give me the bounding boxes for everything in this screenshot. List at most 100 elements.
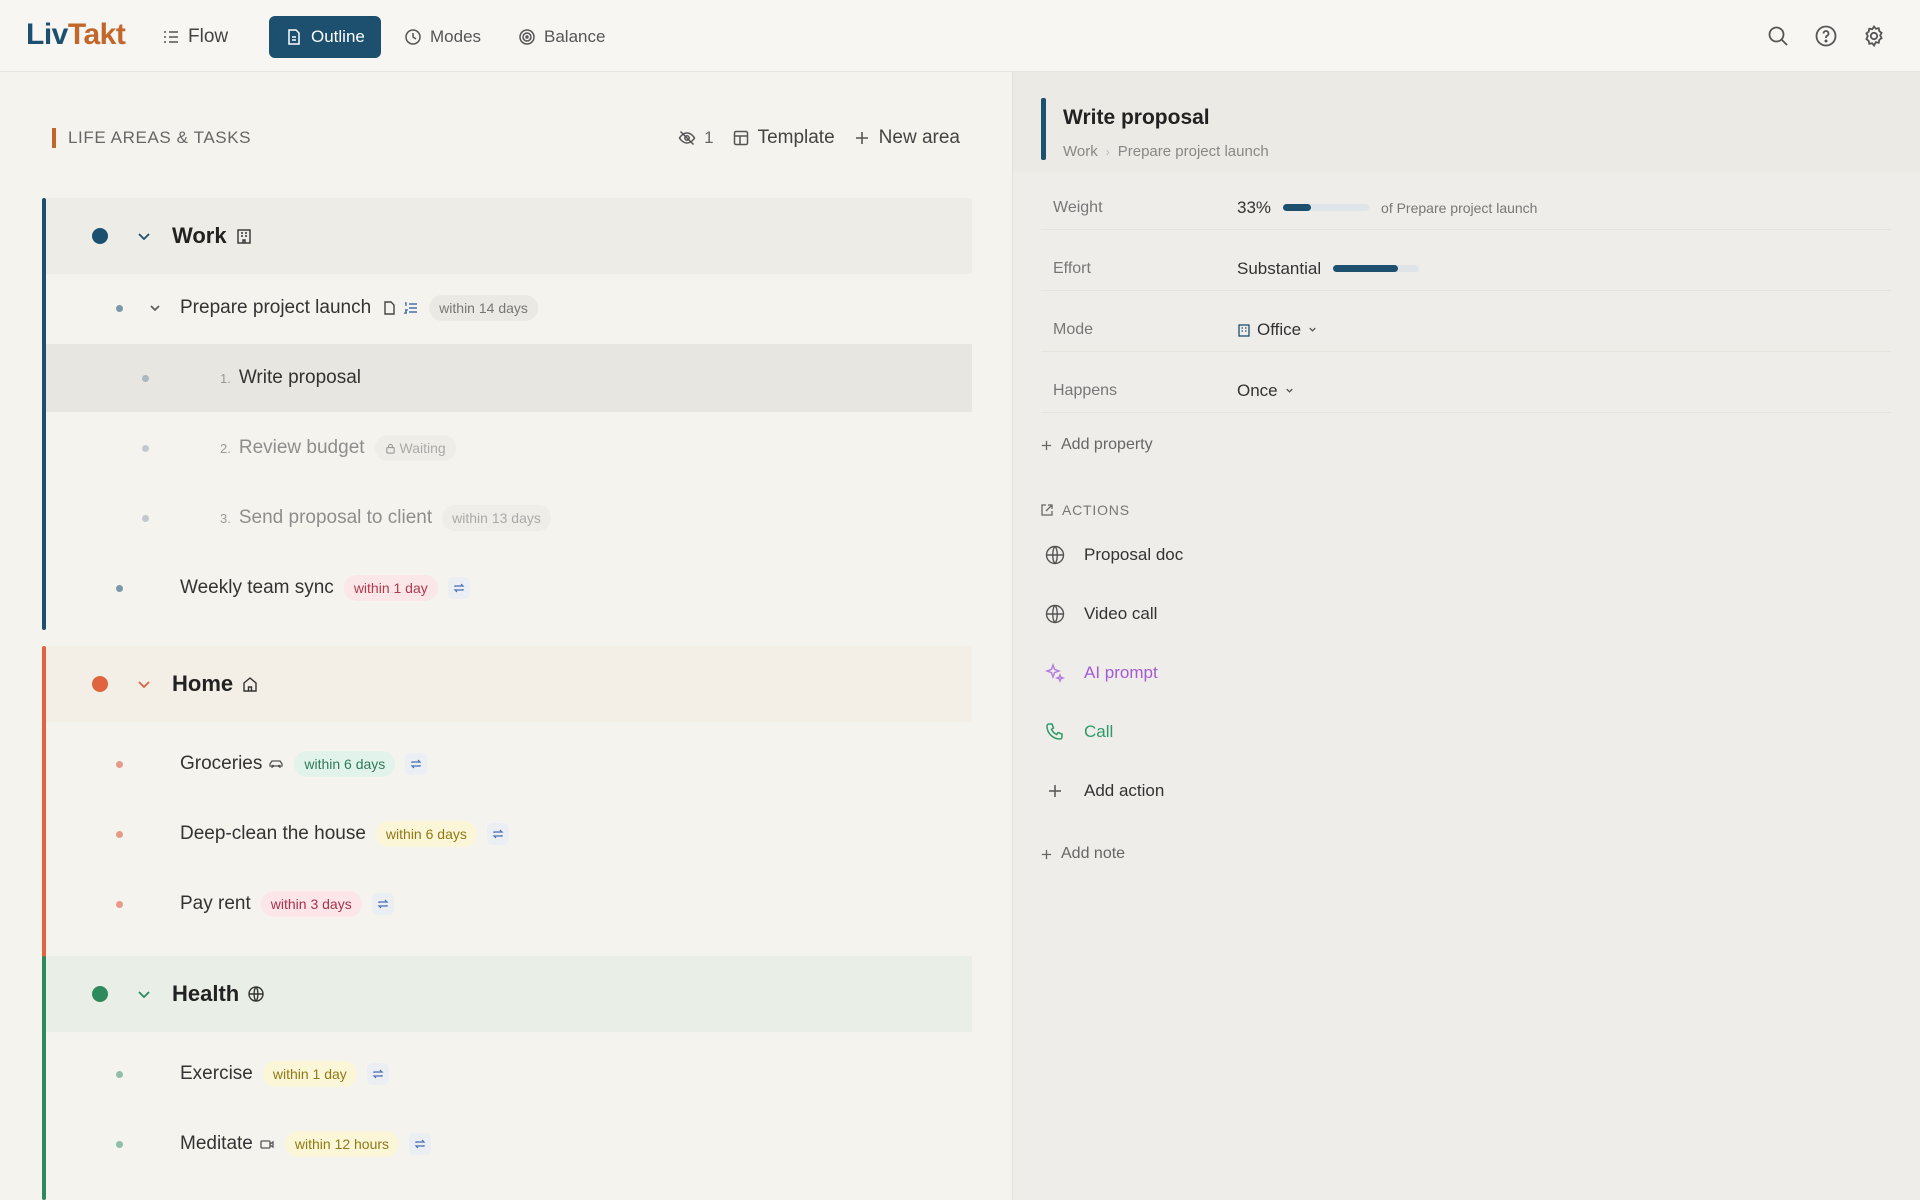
template-button[interactable]: Template xyxy=(732,127,835,149)
property-weight[interactable]: Weight 33% of Prepare project launch xyxy=(1041,186,1891,230)
nav-outline-label: Outline xyxy=(311,27,365,46)
task-dot xyxy=(116,830,123,838)
add-property-label: Add property xyxy=(1061,436,1153,453)
mode-select[interactable]: Office xyxy=(1237,320,1318,340)
task-content: Deep-clean the house within 6 days xyxy=(180,821,509,847)
numbered-list-icon xyxy=(403,302,418,314)
property-label: Weight xyxy=(1053,198,1103,216)
area-name: Health xyxy=(172,981,265,1007)
task-content: Pay rent within 3 days xyxy=(180,891,394,917)
task-row-meditate[interactable]: Meditate within 12 hours xyxy=(46,1110,972,1178)
task-label: Pay rent xyxy=(180,893,251,914)
hidden-toggle[interactable]: 1 xyxy=(678,128,714,148)
add-action-label: Add action xyxy=(1084,781,1165,800)
property-effort[interactable]: Effort Substantial xyxy=(1041,247,1891,291)
chevron-down-icon[interactable] xyxy=(136,676,152,692)
area-header-home[interactable]: Home xyxy=(46,646,972,722)
detail-header: Write proposal Work › Prepare project la… xyxy=(1013,72,1920,172)
task-label: Deep-clean the house xyxy=(180,823,366,844)
task-content: Prepare project launch within 14 days xyxy=(180,295,538,321)
due-badge: within 12 hours xyxy=(284,1131,400,1157)
task-content: Weekly team sync within 1 day xyxy=(180,575,470,601)
action-call[interactable]: Call xyxy=(1044,721,1113,743)
happens-select[interactable]: Once xyxy=(1237,381,1295,401)
lock-icon xyxy=(385,443,395,454)
repeat-icon xyxy=(366,1063,389,1085)
mode-value: Office xyxy=(1257,319,1302,339)
area-name: Work xyxy=(172,223,253,249)
task-content: Exercise within 1 day xyxy=(180,1061,389,1087)
task-dot xyxy=(142,514,149,522)
chevron-down-icon[interactable] xyxy=(148,301,162,315)
task-row-pay-rent[interactable]: Pay rent within 3 days xyxy=(46,870,972,938)
happens-value: Once xyxy=(1237,380,1278,400)
task-row-send-proposal[interactable]: 3. Send proposal to client within 13 day… xyxy=(46,484,972,552)
action-video-call[interactable]: Video call xyxy=(1044,603,1157,625)
action-proposal-doc[interactable]: Proposal doc xyxy=(1044,544,1183,566)
nav-flow[interactable]: Flow xyxy=(146,16,244,58)
task-label: Prepare project launch xyxy=(180,297,372,318)
task-number: 2. xyxy=(220,440,231,456)
task-content: 2. Review budget Waiting xyxy=(220,435,456,461)
top-bar: LivTakt Flow Outline Modes Balance xyxy=(0,0,1920,72)
new-area-button[interactable]: New area xyxy=(853,127,960,149)
gear-icon[interactable] xyxy=(1862,24,1886,48)
add-note-button[interactable]: Add note xyxy=(1040,845,1125,863)
actions-title: ACTIONS xyxy=(1040,502,1130,518)
add-property-button[interactable]: Add property xyxy=(1040,436,1153,454)
building-icon xyxy=(236,229,251,244)
action-label: AI prompt xyxy=(1084,663,1158,682)
task-row-groceries[interactable]: Groceries within 6 days xyxy=(46,730,972,798)
breadcrumb: Work › Prepare project launch xyxy=(1063,143,1269,160)
phone-icon xyxy=(1046,723,1063,740)
chevron-down-icon[interactable] xyxy=(136,228,152,244)
property-happens[interactable]: Happens Once xyxy=(1041,369,1891,413)
area-header-health[interactable]: Health xyxy=(46,956,972,1032)
area-health: Health Exercise within 1 day Meditate wi… xyxy=(42,956,972,1200)
task-content: Meditate within 12 hours xyxy=(180,1131,432,1157)
building-icon xyxy=(1238,323,1250,337)
area-dot xyxy=(92,986,108,1002)
header-actions: 1 Template New area xyxy=(678,124,960,152)
plus-icon xyxy=(1041,849,1052,859)
task-row-weekly-team-sync[interactable]: Weekly team sync within 1 day xyxy=(46,554,972,622)
breadcrumb-parent[interactable]: Prepare project launch xyxy=(1118,143,1269,160)
task-row-write-proposal[interactable]: 1. Write proposal xyxy=(46,344,972,412)
task-label: Write proposal xyxy=(238,367,361,388)
globe-icon xyxy=(1045,604,1065,624)
task-row-review-budget[interactable]: 2. Review budget Waiting xyxy=(46,414,972,482)
action-ai-prompt[interactable]: AI prompt xyxy=(1044,662,1158,684)
area-header-work[interactable]: Work xyxy=(46,198,972,274)
task-content: 3. Send proposal to client within 13 day… xyxy=(220,505,551,531)
search-icon[interactable] xyxy=(1766,24,1790,48)
sparkle-icon xyxy=(1044,662,1066,684)
task-number: 1. xyxy=(220,370,231,386)
app-logo[interactable]: LivTakt xyxy=(26,18,126,52)
task-row-deep-clean[interactable]: Deep-clean the house within 6 days xyxy=(46,800,972,868)
breadcrumb-area[interactable]: Work xyxy=(1063,143,1098,160)
action-label: Proposal doc xyxy=(1084,545,1184,564)
area-name: Home xyxy=(172,671,259,697)
new-area-label: New area xyxy=(878,127,960,148)
task-row-prepare-project-launch[interactable]: Prepare project launch within 14 days xyxy=(46,274,972,342)
task-label: Exercise xyxy=(180,1063,253,1084)
nav-balance[interactable]: Balance xyxy=(502,16,621,58)
clock-icon xyxy=(405,29,421,45)
add-action-button[interactable]: Add action xyxy=(1044,780,1164,802)
repeat-icon xyxy=(409,1133,432,1155)
detail-accent xyxy=(1041,98,1046,160)
help-icon[interactable] xyxy=(1814,24,1838,48)
area-dot xyxy=(92,228,108,244)
property-mode[interactable]: Mode Office xyxy=(1041,308,1891,352)
property-label: Happens xyxy=(1053,381,1118,399)
nav-modes[interactable]: Modes xyxy=(388,16,497,58)
property-label: Mode xyxy=(1053,320,1094,338)
chevron-down-icon[interactable] xyxy=(136,986,152,1002)
task-row-exercise[interactable]: Exercise within 1 day xyxy=(46,1040,972,1108)
document-icon xyxy=(288,29,300,45)
chevron-down-icon xyxy=(1285,388,1293,393)
plus-icon xyxy=(1049,785,1061,797)
detail-title[interactable]: Write proposal xyxy=(1063,106,1210,130)
nav-outline[interactable]: Outline xyxy=(269,16,381,58)
repeat-icon xyxy=(405,753,428,775)
